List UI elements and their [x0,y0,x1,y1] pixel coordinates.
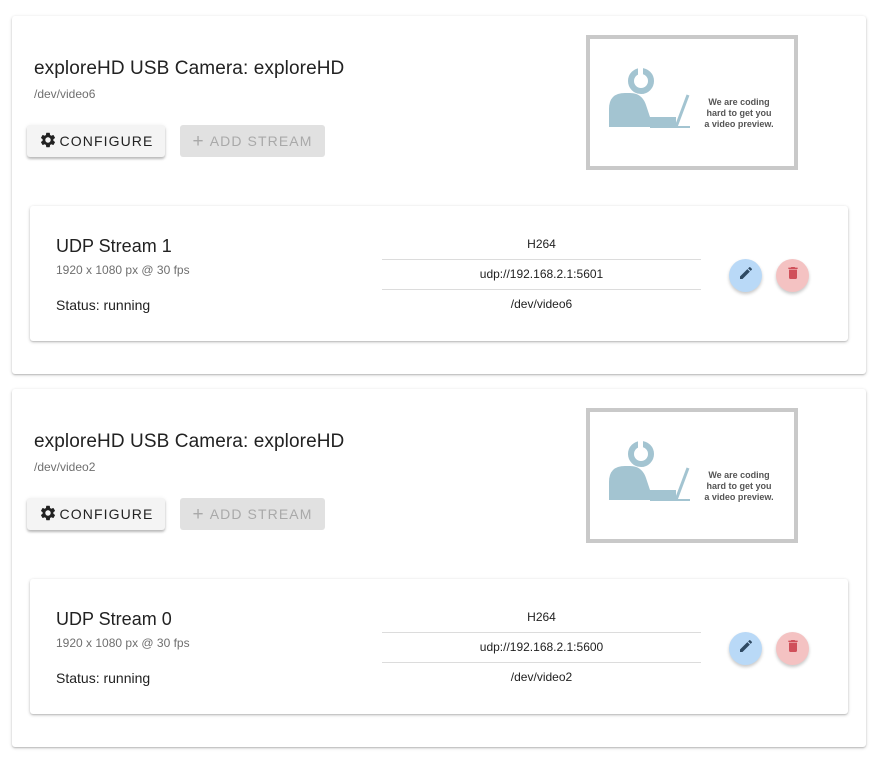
configure-button[interactable]: CONFIGURE [27,498,165,530]
delete-stream-button[interactable] [776,259,809,292]
gear-icon [39,131,60,152]
delete-stream-button[interactable] [776,632,809,665]
stream-info: H264 udp://192.168.2.1:5601 /dev/video6 [382,230,701,319]
stream-info: H264 udp://192.168.2.1:5600 /dev/video2 [382,603,701,692]
stream-encode: H264 [382,603,701,633]
pencil-icon [738,265,754,286]
preview-caption-line: We are coding [708,97,770,107]
configure-label: CONFIGURE [59,133,154,149]
device-card: exploreHD USB Camera: exploreHD /dev/vid… [12,389,866,747]
add-stream-button[interactable]: + ADD STREAM [180,125,325,157]
preview-caption: We are coding hard to get you a video pr… [696,470,782,503]
trash-icon [785,638,801,659]
add-stream-button[interactable]: + ADD STREAM [180,498,325,530]
device-path: /dev/video6 [34,87,96,101]
preview-caption: We are coding hard to get you a video pr… [696,97,782,130]
pencil-icon [738,638,754,659]
configure-label: CONFIGURE [59,506,154,522]
device-title: exploreHD USB Camera: exploreHD [34,58,345,79]
preview-caption-line: We are coding [708,470,770,480]
add-stream-label: ADD STREAM [209,133,313,149]
preview-caption-line: a video preview. [704,119,774,129]
plus-icon: + [192,503,205,525]
stream-status: Status: running [56,670,151,686]
gear-icon [39,504,60,525]
video-preview-placeholder: We are coding hard to get you a video pr… [586,408,798,543]
device-card: exploreHD USB Camera: exploreHD /dev/vid… [12,16,866,374]
stream-card: UDP Stream 0 1920 x 1080 px @ 30 fps Sta… [30,579,848,714]
device-path: /dev/video2 [34,460,96,474]
plus-icon: + [192,130,205,152]
stream-name: UDP Stream 0 [56,609,172,629]
configure-button[interactable]: CONFIGURE [27,125,165,157]
stream-resolution: 1920 x 1080 px @ 30 fps [56,636,190,650]
add-stream-label: ADD STREAM [209,506,313,522]
trash-icon [785,265,801,286]
stream-resolution: 1920 x 1080 px @ 30 fps [56,263,190,277]
edit-stream-button[interactable] [729,632,762,665]
edit-stream-button[interactable] [729,259,762,292]
preview-caption-line: a video preview. [704,492,774,502]
stream-endpoint: udp://192.168.2.1:5601 [382,260,701,290]
stream-source: /dev/video2 [510,670,573,684]
stream-card: UDP Stream 1 1920 x 1080 px @ 30 fps Sta… [30,206,848,341]
stream-status: Status: running [56,297,151,313]
video-preview-placeholder: We are coding hard to get you a video pr… [586,35,798,170]
stream-encode: H264 [382,230,701,260]
device-title: exploreHD USB Camera: exploreHD [34,431,345,452]
stream-endpoint: udp://192.168.2.1:5600 [382,633,701,663]
preview-caption-line: hard to get you [706,108,772,118]
preview-caption-line: hard to get you [706,481,772,491]
stream-source: /dev/video6 [510,297,573,311]
stream-name: UDP Stream 1 [56,236,172,256]
